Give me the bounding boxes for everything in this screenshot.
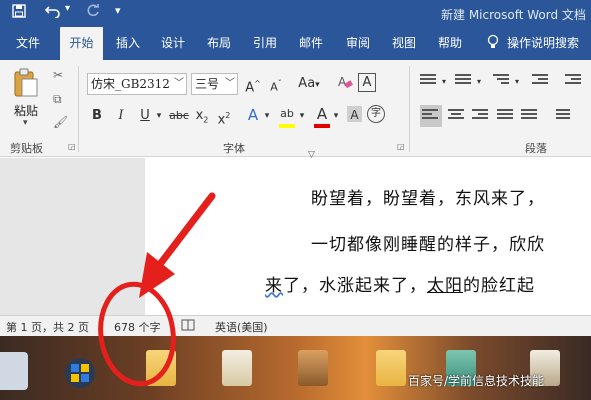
font-color-swatch — [314, 124, 330, 128]
save-icon[interactable] — [12, 4, 26, 22]
chevron-down-icon: ﹀ — [225, 78, 235, 89]
spelling-flag-text: 来 — [265, 276, 283, 296]
paste-icon[interactable] — [13, 68, 39, 98]
lightbulb-icon — [487, 27, 499, 60]
character-shading-button[interactable]: A — [347, 106, 362, 122]
strikethrough-button[interactable]: abc — [168, 107, 190, 125]
undo-icon[interactable] — [44, 4, 61, 22]
tell-me-label: 操作说明搜索 — [507, 36, 580, 50]
paste-button[interactable]: 粘贴 — [14, 102, 38, 119]
read-mode-icon[interactable] — [181, 319, 195, 334]
redo-icon[interactable] — [86, 3, 100, 22]
folder-icon[interactable] — [298, 350, 328, 386]
tab-design[interactable]: 设计 — [153, 27, 193, 60]
align-right-icon[interactable] — [472, 109, 490, 123]
multilevel-dropdown-icon[interactable]: ▾ — [513, 73, 521, 91]
paragraph-group-label: 段落 — [525, 142, 547, 155]
tab-view[interactable]: 视图 — [384, 27, 424, 60]
align-left-icon[interactable] — [422, 109, 440, 123]
folder-icon[interactable] — [222, 350, 252, 386]
tab-references[interactable]: 引用 — [245, 27, 285, 60]
title-bar: ▾ ▾ 新建 Microsoft Word 文档 — [0, 0, 591, 27]
superscript-button[interactable]: x2 — [216, 107, 232, 129]
font-color-button[interactable]: A — [314, 105, 330, 123]
font-size-value: 三号 — [195, 77, 220, 91]
shrink-font-button[interactable]: Aˇ — [268, 75, 284, 97]
bold-button[interactable]: B — [90, 107, 104, 125]
cut-icon[interactable]: ✂ — [53, 68, 63, 82]
tell-me-search[interactable]: 操作说明搜索 — [487, 27, 579, 60]
copy-icon[interactable]: ⧉ — [53, 92, 62, 107]
tab-home[interactable]: 开始 — [60, 27, 103, 60]
text-effects-dropdown-icon[interactable]: ▾ — [262, 107, 272, 125]
tab-mailings[interactable]: 邮件 — [291, 27, 331, 60]
clipboard-group-label: 剪贴板 — [10, 142, 43, 155]
tab-layout[interactable]: 布局 — [199, 27, 239, 60]
bullets-dropdown-icon[interactable]: ▾ — [440, 73, 448, 91]
font-name-value: 仿宋_GB2312 — [91, 77, 170, 91]
tab-review[interactable]: 审阅 — [338, 27, 378, 60]
font-size-select[interactable]: 三号 ﹀ — [191, 73, 238, 95]
folder-icon[interactable] — [376, 350, 406, 386]
highlight-button[interactable]: ab — [278, 105, 296, 123]
document-line[interactable]: 来了，水涨起来了，太阳的脸红起 — [265, 271, 535, 296]
document-line[interactable]: 一切都像刚睡醒的样子，欣欣 — [311, 230, 545, 255]
document-line[interactable]: 盼望着，盼望着，东风来了， — [311, 184, 545, 209]
folder-icon[interactable] — [146, 350, 176, 386]
bullets-icon[interactable] — [420, 74, 438, 88]
numbering-dropdown-icon[interactable]: ▾ — [475, 73, 483, 91]
page-count[interactable]: 第 1 页，共 2 页 — [6, 319, 89, 335]
highlight-color-swatch — [279, 124, 295, 128]
shield-app-icon[interactable] — [62, 356, 98, 390]
italic-button[interactable]: I — [114, 107, 128, 125]
watermark-text: 百家号/学前信息技术技能 — [408, 374, 545, 388]
document-page[interactable]: 盼望着，盼望着，东风来了， 一切都像刚睡醒的样子，欣欣 来了，水涨起来了，太阳的… — [145, 158, 591, 315]
paste-dropdown-icon[interactable]: ▾ — [23, 118, 28, 128]
subscript-button[interactable]: x2 — [194, 107, 210, 130]
status-bar: 第 1 页，共 2 页 678 个字 英语(美国) — [0, 315, 591, 336]
change-case-button[interactable]: Aa▾ — [296, 75, 322, 94]
line-spacing-icon[interactable] — [552, 109, 570, 123]
underlined-text: 太阳 — [427, 276, 463, 296]
clear-formatting-icon[interactable]: A — [336, 74, 354, 96]
highlight-dropdown-icon[interactable]: ▾ — [297, 107, 307, 125]
group-divider — [78, 66, 79, 152]
group-divider — [409, 66, 410, 152]
svg-text:A: A — [338, 75, 347, 89]
tab-help[interactable]: 帮助 — [430, 27, 470, 60]
recycle-bin-icon[interactable] — [0, 352, 28, 390]
multilevel-list-icon[interactable] — [493, 74, 511, 88]
increase-indent-icon[interactable] — [565, 74, 583, 88]
underline-dropdown-icon[interactable]: ▾ — [154, 107, 164, 125]
font-launcher-icon[interactable]: ◲ — [397, 142, 405, 151]
align-center-icon[interactable] — [448, 109, 466, 123]
font-color-dropdown-icon[interactable]: ▾ — [331, 107, 341, 125]
customize-toolbar-icon[interactable]: ▾ — [115, 4, 121, 17]
grow-font-button[interactable]: A^ — [245, 75, 261, 97]
window-title: 新建 Microsoft Word 文档 — [441, 8, 586, 22]
language-indicator[interactable]: 英语(美国) — [215, 319, 268, 335]
numbering-icon[interactable] — [455, 74, 473, 88]
ribbon-tabs: 文件 开始 插入 设计 布局 引用 邮件 审阅 视图 帮助 操作说明搜索 — [0, 27, 591, 60]
enclose-characters-button[interactable]: 字 — [367, 105, 385, 123]
undo-dropdown-icon[interactable]: ▾ — [65, 3, 70, 14]
decrease-indent-icon[interactable] — [532, 74, 550, 88]
underline-button[interactable]: U — [138, 107, 152, 125]
character-border-button[interactable]: A — [358, 73, 376, 92]
chevron-down-icon: ﹀ — [174, 78, 184, 89]
tab-insert[interactable]: 插入 — [108, 27, 148, 60]
text-effects-button[interactable]: A — [245, 106, 261, 124]
format-painter-icon[interactable]: 🖌 — [53, 115, 68, 129]
word-count[interactable]: 678 个字 — [114, 319, 161, 335]
font-name-select[interactable]: 仿宋_GB2312 ﹀ — [87, 73, 187, 95]
font-group-label: 字体 — [223, 142, 245, 155]
justify-icon[interactable] — [497, 109, 515, 123]
clipboard-launcher-icon[interactable]: ◲ — [68, 142, 76, 151]
distributed-icon[interactable] — [521, 109, 539, 123]
ribbon-home: 粘贴 ▾ ✂ ⧉ 🖌 剪贴板 ◲ 仿宋_GB2312 ﹀ 三号 ﹀ A^ Aˇ … — [0, 60, 591, 157]
tab-file[interactable]: 文件 — [8, 27, 48, 60]
